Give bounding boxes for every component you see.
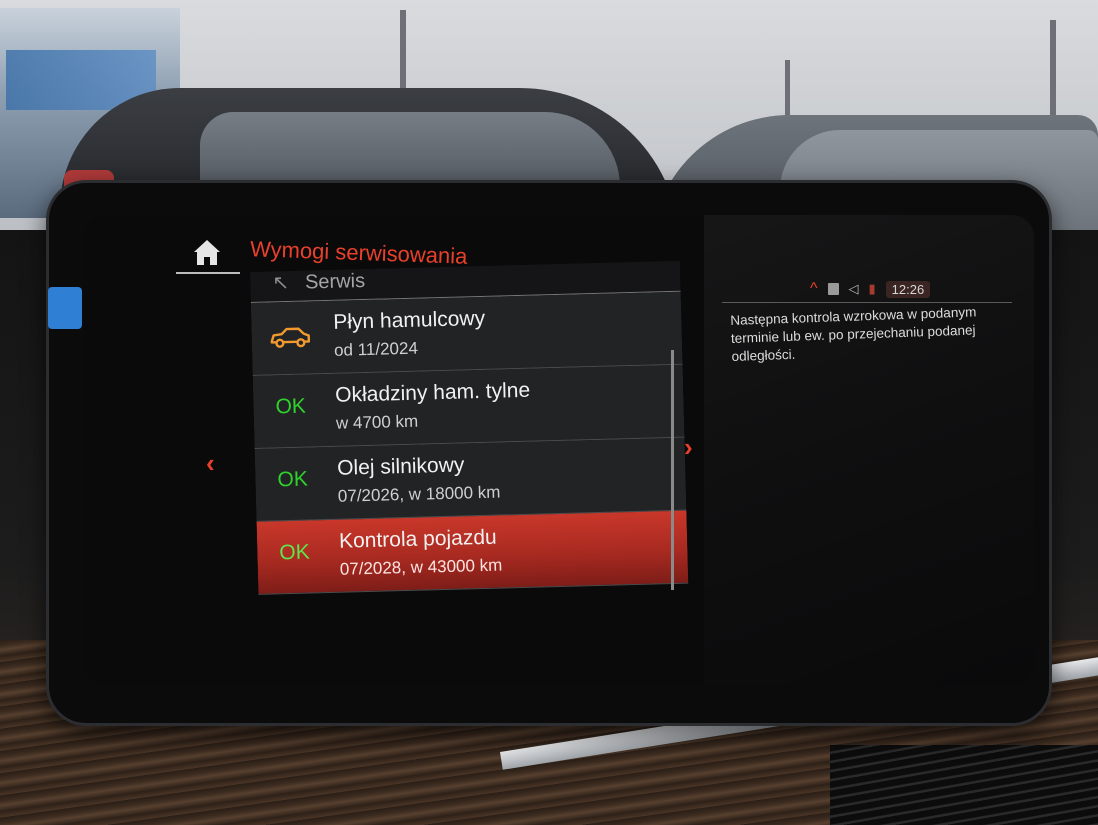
item-title: Olej silnikowy [336, 453, 465, 480]
item-title: Kontrola pojazdu [338, 525, 497, 553]
item-title: Płyn hamulcowy [333, 306, 486, 334]
info-description: Następna kontrola wzrokowa w podanym ter… [730, 304, 977, 364]
list-item-vehicle-check[interactable]: OK Kontrola pojazdu 07/2028, w 43000 km [256, 510, 689, 595]
air-vent [830, 745, 1098, 825]
list-scrollbar[interactable] [671, 350, 674, 590]
status-badge: OK [277, 467, 309, 492]
service-list: ↖ Serwis Płyn hamulcowy od 11/2024 OK Okł… [250, 260, 690, 644]
blue-sticker [48, 287, 82, 329]
breadcrumb-label: Serwis [304, 269, 366, 294]
item-detail: 07/2026, w 18000 km [337, 482, 501, 506]
item-detail: w 4700 km [335, 411, 419, 433]
message-icon [827, 283, 839, 295]
list-item-rear-brake-pads[interactable]: OK Okładziny ham. tylne w 4700 km [252, 364, 685, 449]
list-item-brake-fluid[interactable]: Płyn hamulcowy od 11/2024 [250, 291, 683, 376]
signal-icon: ▮ [868, 281, 876, 296]
item-detail: od 11/2024 [333, 338, 419, 360]
home-icon[interactable] [190, 236, 224, 270]
chevron-left-icon[interactable]: ‹ [206, 448, 215, 479]
status-badge: OK [275, 394, 307, 419]
home-indicator [176, 272, 240, 274]
volume-icon: ◁ [848, 281, 859, 296]
status-badge: OK [279, 540, 310, 565]
back-arrow-icon: ↖ [272, 271, 290, 295]
list-item-engine-oil[interactable]: OK Olej silnikowy 07/2026, w 18000 km [254, 437, 687, 522]
chevron-up-icon[interactable]: ^ [810, 280, 818, 298]
item-title: Okładziny ham. tylne [334, 378, 531, 407]
status-bar: ^ ◁ ▮ 12:26 [810, 278, 1025, 300]
car-icon [267, 323, 312, 350]
chevron-right-icon[interactable]: › [684, 432, 693, 463]
clock: 12:26 [885, 280, 931, 298]
item-detail: 07/2028, w 43000 km [339, 555, 503, 579]
